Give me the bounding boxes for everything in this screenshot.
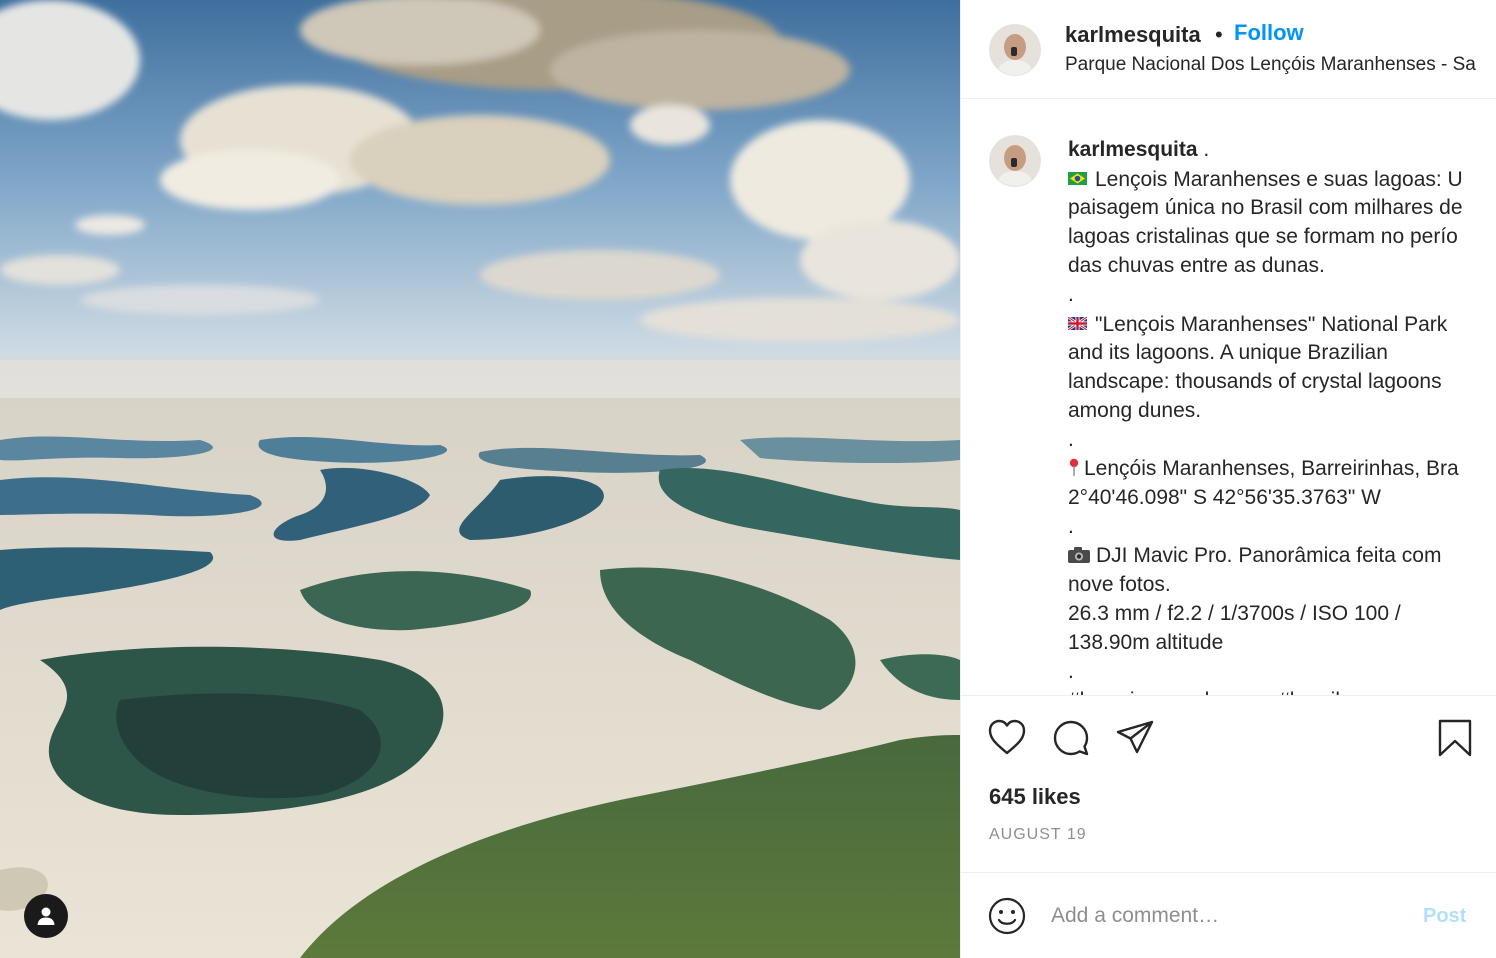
comment-bar: Post [961, 872, 1496, 958]
avatar[interactable] [989, 24, 1041, 76]
round-pushpin-icon [1068, 454, 1082, 483]
avatar-image [990, 25, 1040, 75]
post-date: AUGUST 19 [989, 826, 1087, 843]
caption-line: das chuvas entre as dunas. [1068, 254, 1325, 277]
caption-line: and its lagoons. A unique Brazilian [1068, 341, 1388, 364]
separator-dot: • [1215, 22, 1223, 47]
post-side-panel: karlmesquita • Follow Parque Nacional Do… [960, 0, 1496, 958]
post-photo[interactable] [0, 0, 960, 958]
action-bar [961, 696, 1496, 784]
caption-line: 2°40'46.098" S 42°56'35.3763" W [1068, 486, 1381, 509]
location-link[interactable]: Parque Nacional Dos Lençóis Maranhenses … [1065, 54, 1476, 76]
uk-flag-icon [1067, 309, 1088, 332]
comment-input[interactable] [1051, 899, 1391, 933]
caption-line: among dunes. [1068, 399, 1202, 422]
share-button[interactable] [1115, 718, 1155, 763]
caption-line: . [1068, 283, 1074, 306]
caption-line: lagoas cristalinas que se formam no perí… [1068, 225, 1458, 248]
photo-image [0, 0, 960, 958]
user-icon [37, 907, 55, 925]
save-button[interactable] [1437, 718, 1473, 763]
caption-avatar[interactable] [989, 135, 1041, 187]
caption-text: karlmesquita . Lençois Maranhenses e sua… [1067, 135, 1496, 695]
bookmark-icon [1438, 719, 1472, 757]
follow-button[interactable]: Follow [1234, 20, 1304, 46]
heart-icon [988, 719, 1026, 755]
caption-line: . [1068, 660, 1074, 683]
caption-hashtags[interactable]: #lencoismaranhenses #brasil [1068, 686, 1496, 695]
caption-scroll-area[interactable]: karlmesquita . Lençois Maranhenses e sua… [961, 99, 1496, 696]
caption-line: Lençóis Maranhenses, Barreirinhas, Bra [1084, 457, 1459, 480]
comment-button[interactable] [1051, 718, 1091, 763]
caption-line: . [1068, 428, 1074, 451]
caption-line: DJI Mavic Pro. Panorâmica feita com [1096, 544, 1442, 567]
likes-count[interactable]: 645 likes [989, 784, 1081, 810]
caption-line: landscape: thousands of crystal lagoons [1068, 370, 1442, 393]
post-header: karlmesquita • Follow Parque Nacional Do… [961, 0, 1496, 99]
brazil-flag-icon [1068, 164, 1087, 185]
paper-plane-icon [1116, 720, 1154, 754]
smiley-face-icon [988, 897, 1026, 935]
comment-bubble-icon [1053, 720, 1089, 756]
emoji-button[interactable] [987, 896, 1027, 941]
caption-line: Lençois Maranhenses e suas lagoas: U [1095, 168, 1463, 191]
post-comment-button[interactable]: Post [1423, 905, 1466, 928]
caption-line: 26.3 mm / f2.2 / 1/3700s / ISO 100 / [1068, 602, 1401, 625]
like-button[interactable] [987, 718, 1027, 761]
caption-line: . [1068, 515, 1074, 538]
caption-username-suffix: . [1197, 138, 1210, 161]
caption-line: paisagem única no Brasil com milhares de [1068, 196, 1463, 219]
caption-username[interactable]: karlmesquita [1068, 138, 1198, 161]
camera-icon [1068, 541, 1090, 570]
tagged-users-button[interactable] [24, 894, 68, 938]
caption-line: 138.90m altitude [1068, 631, 1224, 654]
caption-line: "Lençois Maranhenses" National Park [1095, 313, 1448, 336]
caption-line: nove fotos. [1068, 573, 1171, 596]
avatar-image [990, 136, 1040, 186]
header-username[interactable]: karlmesquita [1065, 22, 1201, 48]
